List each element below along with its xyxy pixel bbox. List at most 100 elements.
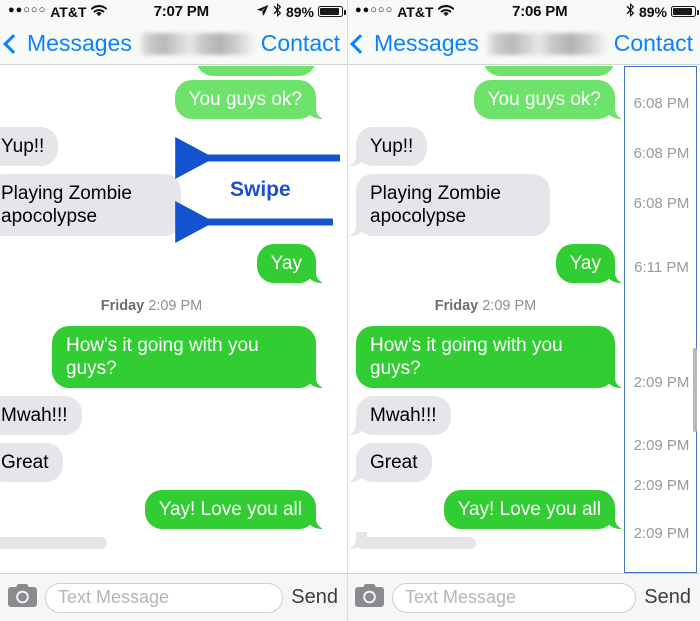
message-bubble-m4[interactable]: Yay — [555, 244, 624, 283]
send-button[interactable]: Send — [644, 586, 691, 609]
camera-icon[interactable] — [355, 583, 384, 612]
timestamp-1: 6:08 PM — [633, 145, 690, 162]
message-row-m5[interactable]: How's it going with you guys? — [0, 322, 326, 392]
right-nav-bar: Messages Contact — [347, 23, 700, 65]
wifi-icon — [90, 4, 107, 20]
right-compose-toolbar: Text Message Send — [347, 573, 700, 621]
partial-bubble-bottom — [0, 537, 107, 549]
message-input-field[interactable]: Text Message — [392, 582, 637, 613]
right-clock: 7:06 PM — [512, 3, 568, 20]
partial-bubble-top — [0, 66, 325, 76]
timestamp-0: 6:08 PM — [633, 95, 690, 112]
message-row-m4[interactable]: Yay — [347, 240, 624, 287]
message-bubble-m6[interactable]: Mwah!!! — [347, 396, 451, 435]
location-arrow-icon — [256, 4, 269, 20]
back-to-messages-button[interactable]: Messages — [347, 30, 479, 57]
message-bubble-m1[interactable]: You guys ok? — [174, 80, 327, 119]
right-status-right: 89% — [626, 3, 700, 20]
message-bubble-m8[interactable]: Yay! Love you all — [443, 490, 624, 529]
message-row-m7[interactable]: Great — [0, 439, 325, 486]
message-row-partial-bottom — [347, 532, 624, 553]
message-row-m7[interactable]: Great — [347, 439, 624, 486]
back-label: Messages — [27, 30, 132, 56]
message-row-m8[interactable]: Yay! Love you all — [347, 486, 624, 533]
message-row-m6[interactable]: Mwah!!! — [0, 392, 325, 439]
message-bubble-m8[interactable]: Yay! Love you all — [144, 490, 327, 529]
partial-bubble-chip — [196, 66, 316, 76]
message-bubble-m7[interactable]: Great — [347, 443, 432, 482]
conversation-title-redacted — [137, 32, 255, 55]
timestamp-2: 6:08 PM — [633, 195, 690, 212]
left-status-bar: ●●○○○ AT&T 7:07 PM 89% — [0, 0, 347, 23]
right-conversation-list[interactable]: You guys ok? Yup!! Playing Zombie apocol… — [347, 66, 624, 573]
screenshot-root: ●●○○○ AT&T 7:07 PM 89% Messages Contact … — [0, 0, 700, 621]
left-phone-pane: ●●○○○ AT&T 7:07 PM 89% Messages Contact … — [0, 0, 347, 621]
contact-button[interactable]: Contact — [614, 30, 700, 57]
message-row-partial-bottom — [0, 533, 325, 553]
left-nav-bar: Messages Contact — [0, 23, 347, 65]
message-row-m8[interactable]: Yay! Love you all — [0, 486, 327, 533]
signal-strength-icon: ●●○○○ — [8, 4, 47, 16]
contact-button[interactable]: Contact — [261, 30, 347, 57]
right-messages-stack: You guys ok? Yup!! Playing Zombie apocol… — [347, 66, 624, 553]
message-bubble-m3[interactable]: Playing Zombie apocolypse — [0, 174, 181, 236]
right-status-left: ●●○○○ AT&T — [347, 4, 454, 20]
message-input-placeholder: Text Message — [405, 587, 517, 607]
camera-icon[interactable] — [8, 583, 37, 612]
message-bubble-m5[interactable]: How's it going with you guys? — [356, 326, 624, 388]
pane-divider — [347, 0, 348, 621]
chevron-left-icon — [3, 33, 23, 54]
day-separator-time: 2:09 PM — [482, 298, 537, 314]
left-messages-stack: You guys ok? Yup!! Playing Zombie apocol… — [0, 66, 327, 553]
day-separator-day: Friday — [434, 298, 479, 314]
message-bubble-m4[interactable]: Yay — [256, 244, 327, 283]
conversation-title-redacted — [484, 32, 608, 55]
conversation-scrollbar[interactable] — [693, 348, 697, 432]
carrier-label: AT&T — [50, 3, 87, 20]
day-separator-day: Friday — [100, 298, 145, 314]
battery-icon — [318, 6, 346, 17]
chevron-left-icon — [350, 33, 370, 54]
left-status-right: 89% — [256, 3, 347, 20]
day-separator-time: 2:09 PM — [148, 298, 203, 314]
timestamp-7: 2:09 PM — [633, 525, 690, 542]
partial-bubble-bottom — [347, 532, 476, 549]
timestamp-5: 2:09 PM — [633, 437, 690, 454]
message-row-m4[interactable]: Yay — [0, 240, 327, 287]
battery-icon — [671, 6, 699, 17]
battery-percent-label: 89% — [638, 3, 667, 20]
back-to-messages-button[interactable]: Messages — [0, 30, 132, 57]
timestamp-4: 2:09 PM — [633, 374, 690, 391]
message-bubble-m6[interactable]: Mwah!!! — [0, 396, 82, 435]
message-row-m1[interactable]: You guys ok? — [0, 76, 327, 123]
carrier-label: AT&T — [397, 3, 434, 20]
left-clock: 7:07 PM — [153, 3, 209, 20]
partial-bubble-chip — [483, 66, 615, 76]
message-row-m6[interactable]: Mwah!!! — [347, 392, 624, 439]
message-bubble-m2[interactable]: Yup!! — [0, 127, 59, 166]
right-phone-pane: ●●○○○ AT&T 7:06 PM 89% Messages Contact … — [347, 0, 700, 621]
send-button[interactable]: Send — [291, 586, 338, 609]
message-row-m2[interactable]: Yup!! — [347, 123, 624, 170]
wifi-icon — [437, 4, 454, 20]
timestamp-6: 2:09 PM — [633, 477, 690, 494]
swipe-annotation-label: Swipe — [230, 178, 291, 201]
battery-percent-label: 89% — [285, 3, 314, 20]
message-bubble-m1[interactable]: You guys ok? — [473, 80, 624, 119]
message-bubble-m7[interactable]: Great — [0, 443, 63, 482]
message-input-field[interactable]: Text Message — [45, 582, 284, 613]
message-row-m5[interactable]: How's it going with you guys? — [347, 322, 624, 392]
message-row-m3[interactable]: Playing Zombie apocolypse — [347, 170, 624, 240]
message-bubble-m2[interactable]: Yup!! — [347, 127, 428, 166]
message-row-m1[interactable]: You guys ok? — [347, 76, 624, 123]
message-bubble-m5[interactable]: How's it going with you guys? — [52, 326, 326, 388]
back-label: Messages — [374, 30, 479, 56]
day-separator: Friday 2:09 PM — [0, 287, 325, 322]
message-input-placeholder: Text Message — [58, 587, 170, 607]
timestamp-3: 6:11 PM — [634, 259, 689, 276]
left-conversation-list[interactable]: You guys ok? Yup!! Playing Zombie apocol… — [0, 66, 347, 573]
left-compose-toolbar: Text Message Send — [0, 573, 347, 621]
message-bubble-m3[interactable]: Playing Zombie apocolypse — [347, 174, 550, 236]
message-row-m2[interactable]: Yup!! — [0, 123, 325, 170]
right-status-bar: ●●○○○ AT&T 7:06 PM 89% — [347, 0, 700, 23]
